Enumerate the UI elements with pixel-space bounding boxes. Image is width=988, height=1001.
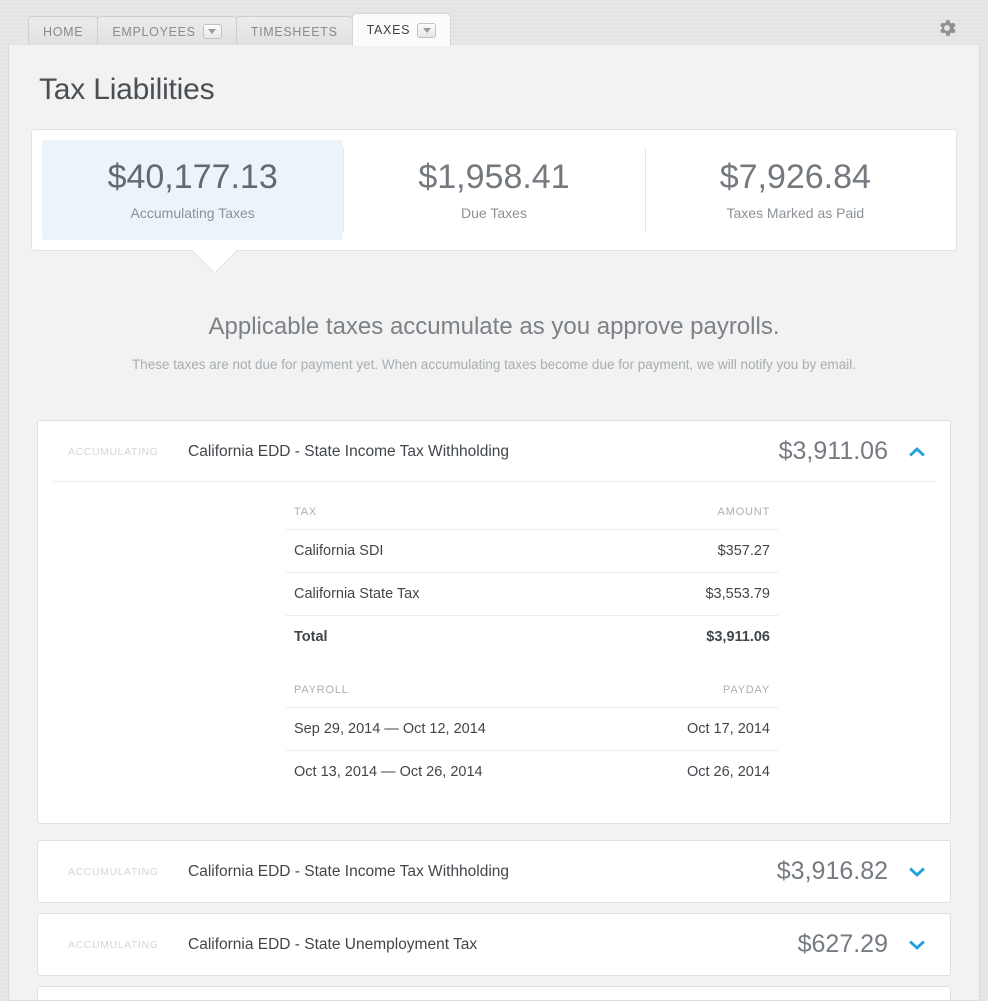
liability-item: ACCUMULATING California EDD - State Inco… <box>37 840 951 903</box>
tax-amount: $357.27 <box>600 530 778 573</box>
liability-title: California EDD - State Income Tax Withho… <box>188 443 779 461</box>
col-tax: TAX <box>286 506 600 530</box>
total-label: Total <box>286 616 600 659</box>
col-amount: AMOUNT <box>600 506 778 530</box>
payroll-period: Sep 29, 2014 — Oct 12, 2014 <box>286 708 619 751</box>
notice: Applicable taxes accumulate as you appro… <box>9 313 979 372</box>
chevron-up-icon[interactable] <box>906 441 928 463</box>
liability-amount: $627.29 <box>798 930 888 959</box>
tab-employees-caret-icon[interactable] <box>203 24 222 39</box>
payday-link[interactable]: Oct 17, 2014 <box>619 708 778 751</box>
stat-paid-taxes[interactable]: $7,926.84 Taxes Marked as Paid <box>645 140 946 240</box>
liability-row-header[interactable]: ACCUMULATING IRS - Federal Income Tax Wi… <box>38 987 950 1001</box>
liability-title: California EDD - State Unemployment Tax <box>188 936 798 954</box>
col-payroll: PAYROLL <box>286 684 619 708</box>
tab-taxes[interactable]: TAXES <box>352 13 452 46</box>
tax-breakdown-table: TAX AMOUNT California SDI $357.27 Califo… <box>286 506 778 658</box>
stat-paid-label: Taxes Marked as Paid <box>726 205 864 221</box>
payday-link[interactable]: Oct 26, 2014 <box>619 751 778 794</box>
stat-paid-value: $7,926.84 <box>720 159 871 196</box>
notice-title: Applicable taxes accumulate as you appro… <box>49 313 939 341</box>
table-row: California SDI $357.27 <box>286 530 778 573</box>
app-container: Tax Liabilities $40,177.13 Accumulating … <box>8 45 980 1001</box>
selected-stat-pointer <box>192 250 236 272</box>
liability-item: ACCUMULATING California EDD - State Inco… <box>37 420 951 824</box>
table-header-row: PAYROLL PAYDAY <box>286 684 778 708</box>
table-row: Sep 29, 2014 — Oct 12, 2014 Oct 17, 2014 <box>286 708 778 751</box>
stat-accumulating-value: $40,177.13 <box>108 159 278 196</box>
total-amount: $3,911.06 <box>600 616 778 659</box>
table-row: California State Tax $3,553.79 <box>286 573 778 616</box>
liability-item: ACCUMULATING California EDD - State Unem… <box>37 913 951 976</box>
status-badge: ACCUMULATING <box>68 446 188 458</box>
liability-amount: $3,911.06 <box>779 437 888 466</box>
tax-name: California State Tax <box>286 573 600 616</box>
chevron-down-icon[interactable] <box>906 934 928 956</box>
detail-spacer <box>38 658 950 684</box>
liability-item: ACCUMULATING IRS - Federal Income Tax Wi… <box>37 986 951 1001</box>
summary-card: $40,177.13 Accumulating Taxes $1,958.41 … <box>31 129 957 251</box>
page-title: Tax Liabilities <box>39 73 979 107</box>
tax-name: California SDI <box>286 530 600 573</box>
tax-amount: $3,553.79 <box>600 573 778 616</box>
stat-accumulating-taxes[interactable]: $40,177.13 Accumulating Taxes <box>42 140 343 240</box>
col-payday: PAYDAY <box>619 684 778 708</box>
liability-row-header[interactable]: ACCUMULATING California EDD - State Inco… <box>38 421 950 482</box>
tab-taxes-caret-icon[interactable] <box>417 23 436 38</box>
notice-subtitle: These taxes are not due for payment yet.… <box>49 357 939 372</box>
tab-employees[interactable]: EMPLOYEES <box>97 16 236 46</box>
liability-row-header[interactable]: ACCUMULATING California EDD - State Inco… <box>38 841 950 902</box>
payroll-period: Oct 13, 2014 — Oct 26, 2014 <box>286 751 619 794</box>
tab-taxes-label: TAXES <box>367 23 411 37</box>
tab-home-label: HOME <box>43 25 83 39</box>
stat-accumulating-label: Accumulating Taxes <box>131 205 255 221</box>
liability-title: California EDD - State Income Tax Withho… <box>188 863 777 881</box>
stat-due-label: Due Taxes <box>461 205 527 221</box>
stat-due-value: $1,958.41 <box>418 159 569 196</box>
liability-amount: $3,916.82 <box>777 857 888 886</box>
tab-timesheets-label: TIMESHEETS <box>251 25 338 39</box>
chevron-down-icon[interactable] <box>906 861 928 883</box>
status-badge: ACCUMULATING <box>68 866 188 878</box>
table-row: Oct 13, 2014 — Oct 26, 2014 Oct 26, 2014 <box>286 751 778 794</box>
tab-list: HOME EMPLOYEES TIMESHEETS TAXES <box>28 13 450 46</box>
tab-timesheets[interactable]: TIMESHEETS <box>236 16 353 46</box>
table-header-row: TAX AMOUNT <box>286 506 778 530</box>
liability-detail: TAX AMOUNT California SDI $357.27 Califo… <box>38 482 950 823</box>
status-badge: ACCUMULATING <box>68 939 188 951</box>
tab-home[interactable]: HOME <box>28 16 98 46</box>
tab-bar: HOME EMPLOYEES TIMESHEETS TAXES <box>0 0 988 46</box>
gear-icon[interactable] <box>936 17 958 39</box>
liability-list: ACCUMULATING California EDD - State Inco… <box>37 420 951 1001</box>
table-row-total: Total $3,911.06 <box>286 616 778 659</box>
stat-due-taxes[interactable]: $1,958.41 Due Taxes <box>343 140 644 240</box>
payroll-table: PAYROLL PAYDAY Sep 29, 2014 — Oct 12, 20… <box>286 684 778 793</box>
liability-row-header[interactable]: ACCUMULATING California EDD - State Unem… <box>38 914 950 975</box>
tab-employees-label: EMPLOYEES <box>112 25 195 39</box>
